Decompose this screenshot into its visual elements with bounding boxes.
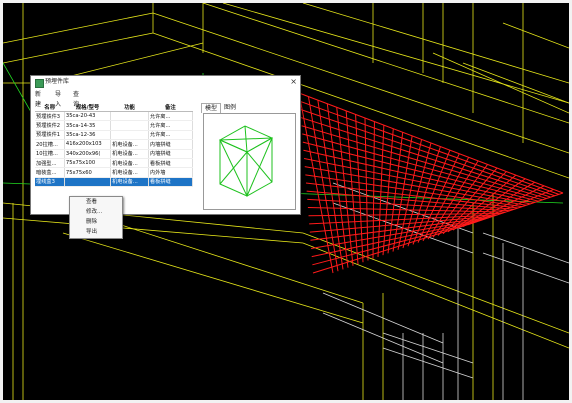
wireframe-edge — [302, 232, 569, 334]
cell-name: 预埋铁件3 — [35, 111, 65, 122]
table-row[interactable]: 预埋铁件1 35ca-12-36 允许离... — [35, 130, 194, 141]
close-icon[interactable]: × — [290, 77, 297, 87]
cell-note: 内外墙 — [148, 167, 194, 178]
table-row[interactable]: 预埋铁件2 35ca-14-35 允许离... — [35, 120, 194, 131]
cell-function — [110, 130, 149, 141]
embedded-parts-dialog: 预埋件库 × 新建 导入 查询 名称 规格/型号 功能 备注 预埋铁件3 35ca… — [30, 75, 301, 215]
wireframe-edge — [432, 52, 569, 114]
dialog-title: 预埋件库 — [45, 78, 70, 85]
table-row[interactable]: 加强型... 75x75x100 机电设备... 看板拼缝 — [35, 158, 194, 169]
wireframe-edge — [62, 232, 364, 324]
wireframe-edge — [3, 217, 304, 244]
cube-preview-icon — [218, 125, 274, 197]
cell-name: 10拉槽... — [35, 149, 65, 159]
column-header-spec[interactable]: 规格/型号 — [64, 103, 111, 112]
cell-name: 加强型... — [35, 158, 65, 169]
table-row-selected[interactable]: 埋线盒3 机电设备... 看板拼缝 — [35, 177, 194, 188]
wireframe-edge — [382, 332, 474, 364]
cell-function: 机电设备... — [110, 158, 149, 169]
wireframe-edge — [3, 32, 154, 64]
cell-note: 允许离... — [148, 120, 194, 131]
cell-note: 内墙拼缝 — [148, 139, 194, 150]
cell-spec: 35ca-20-43 — [64, 111, 112, 122]
wireframe-edge — [3, 12, 154, 44]
wireframe-edge — [502, 22, 569, 49]
context-item-export[interactable]: 导出 — [86, 228, 97, 236]
context-item-modify[interactable]: 修改... — [86, 208, 102, 216]
column-header-note[interactable]: 备注 — [148, 103, 193, 112]
table-header: 名称 规格/型号 功能 备注 — [35, 103, 193, 112]
cell-function — [110, 111, 149, 122]
cell-function: 机电设备... — [110, 177, 149, 188]
table-row[interactable]: 预埋铁件3 35ca-20-43 允许离... — [35, 111, 194, 122]
wireframe-edge — [482, 252, 569, 284]
cell-spec: 75x75x100 — [64, 158, 112, 169]
table-row[interactable]: 10拉槽... 340x200x96(机电设备... 内墙拼缝 — [35, 149, 194, 159]
cell-note: 内墙拼缝 — [148, 149, 194, 159]
model-preview — [203, 113, 296, 210]
cell-note: 看板拼缝 — [148, 177, 194, 188]
cell-function: 机电设备... — [110, 167, 149, 178]
parts-table: 名称 规格/型号 功能 备注 预埋铁件3 35ca-20-43 允许离... 预埋铁… — [35, 103, 194, 188]
rebar-bar — [407, 146, 441, 247]
wireframe-edge — [302, 3, 569, 84]
cell-note: 允许离... — [148, 130, 194, 141]
cell-spec: 35ca-12-36 — [64, 130, 112, 141]
cell-name: 预埋铁件2 — [35, 120, 65, 131]
table-row[interactable]: 暗装盒... 75x75x60 机电设备... 内外墙 — [35, 167, 194, 178]
tab-legend[interactable]: 图例 — [221, 103, 239, 112]
cell-spec: 416x200x103 — [64, 139, 112, 150]
cell-spec: 75x75x60 — [64, 167, 112, 178]
cad-viewport[interactable]: 预埋件库 × 新建 导入 查询 名称 规格/型号 功能 备注 预埋铁件3 35ca… — [3, 3, 569, 400]
cell-name: 暗装盒... — [35, 167, 65, 178]
cell-name: 20拉槽... — [35, 139, 65, 150]
wireframe-edge — [462, 62, 569, 104]
tab-model[interactable]: 模型 — [201, 103, 222, 113]
rebar-bar — [377, 125, 385, 257]
cell-name: 预埋铁件1 — [35, 130, 65, 141]
context-menu: 查看 修改... 删除 导出 — [69, 196, 123, 239]
cell-note: 看板拼缝 — [148, 158, 194, 169]
dialog-titlebar[interactable]: 预埋件库 × — [31, 76, 300, 89]
cell-name: 埋线盒3 — [35, 177, 65, 188]
column-header-function[interactable]: 功能 — [110, 103, 149, 112]
cell-spec — [64, 177, 112, 188]
wireframe-edge — [382, 347, 474, 379]
context-item-delete[interactable]: 删除 — [86, 218, 97, 226]
table-row[interactable]: 20拉槽... 416x200x103 机电设备... 内墙拼缝 — [35, 139, 194, 150]
cell-spec: 35ca-14-35 — [64, 120, 112, 131]
column-header-name[interactable]: 名称 — [35, 103, 65, 112]
cell-function: 机电设备... — [110, 149, 149, 159]
app-icon — [35, 79, 44, 88]
rebar-bar — [472, 192, 564, 224]
rebar-bar — [298, 92, 334, 274]
cell-spec: 340x200x96( — [64, 149, 112, 159]
cell-note: 允许离... — [148, 111, 194, 122]
cell-function — [110, 120, 149, 131]
wireframe-edge — [302, 242, 569, 349]
context-item-view[interactable]: 查看 — [86, 198, 97, 206]
cell-function: 机电设备... — [110, 139, 149, 150]
wireframe-edge — [482, 232, 569, 264]
preview-panel: 模型 图例 — [199, 103, 296, 210]
